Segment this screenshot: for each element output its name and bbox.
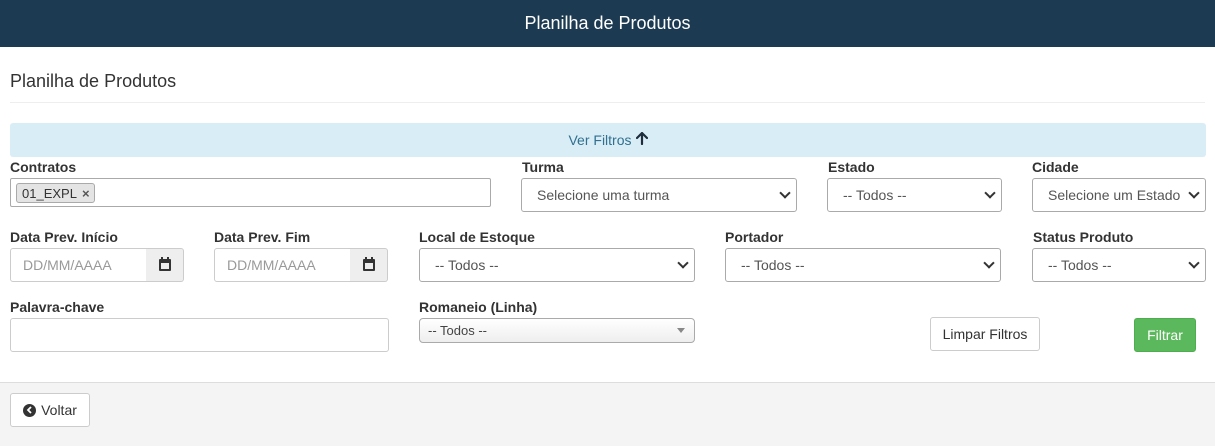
filter-button[interactable]: Filtrar <box>1134 318 1196 352</box>
back-button[interactable]: Voltar <box>10 393 90 427</box>
data-inicio-label: Data Prev. Início <box>10 229 118 245</box>
chevron-down-icon <box>779 187 791 199</box>
portador-label: Portador <box>725 229 784 245</box>
estado-label: Estado <box>828 159 875 175</box>
local-estoque-select[interactable]: -- Todos -- <box>419 248 695 282</box>
page-footer <box>0 382 1215 446</box>
romaneio-select[interactable]: -- Todos -- <box>419 318 695 343</box>
romaneio-label: Romaneio (Linha) <box>419 299 538 315</box>
data-fim-input[interactable]: DD/MM/AAAA <box>214 248 351 282</box>
app-title: Planilha de Produtos <box>524 13 691 33</box>
local-estoque-select-value: -- Todos -- <box>435 257 499 273</box>
status-produto-select[interactable]: -- Todos -- <box>1032 248 1206 282</box>
remove-tag-icon[interactable]: × <box>82 186 90 201</box>
romaneio-select-value: -- Todos -- <box>428 323 487 338</box>
page-title: Planilha de Produtos <box>10 71 177 91</box>
contratos-multiselect[interactable]: 01_EXPL × <box>10 178 491 207</box>
cidade-label: Cidade <box>1032 159 1079 175</box>
palavra-chave-input[interactable] <box>10 318 389 352</box>
chevron-down-icon <box>677 257 689 269</box>
estado-select-value: -- Todos -- <box>843 187 907 203</box>
turma-select-value: Selecione uma turma <box>537 187 670 203</box>
portador-select[interactable]: -- Todos -- <box>725 248 1001 282</box>
toggle-filters-label: Ver Filtros <box>568 132 632 148</box>
chevron-down-icon <box>983 257 995 269</box>
status-produto-label: Status Produto <box>1033 229 1134 245</box>
calendar-icon <box>362 257 375 271</box>
contract-tag-label: 01_EXPL <box>22 185 77 201</box>
local-estoque-label: Local de Estoque <box>419 229 535 245</box>
app-header: Planilha de Produtos <box>0 0 1215 47</box>
turma-label: Turma <box>522 159 564 175</box>
data-inicio-input[interactable]: DD/MM/AAAA <box>10 248 147 282</box>
chevron-down-icon <box>984 187 996 199</box>
data-inicio-calendar-button[interactable] <box>146 248 184 282</box>
cidade-select-value: Selecione um Estado <box>1048 187 1181 203</box>
arrow-circle-left-icon <box>23 403 37 417</box>
toggle-filters-button[interactable]: Ver Filtros <box>10 123 1206 157</box>
arrow-up-icon <box>635 131 648 148</box>
portador-select-value: -- Todos -- <box>741 257 805 273</box>
triangle-down-icon <box>677 328 685 333</box>
contratos-label: Contratos <box>10 159 77 175</box>
back-button-label: Voltar <box>41 402 77 418</box>
palavra-chave-label: Palavra-chave <box>10 299 105 315</box>
estado-select[interactable]: -- Todos -- <box>827 178 1002 212</box>
divider <box>10 102 1205 103</box>
cidade-select[interactable]: Selecione um Estado <box>1032 178 1206 212</box>
clear-filters-button[interactable]: Limpar Filtros <box>930 317 1040 351</box>
data-fim-calendar-button[interactable] <box>350 248 388 282</box>
calendar-icon <box>158 257 171 271</box>
chevron-down-icon <box>1188 257 1200 269</box>
contract-tag: 01_EXPL × <box>16 183 95 203</box>
status-produto-select-value: -- Todos -- <box>1048 257 1112 273</box>
data-fim-label: Data Prev. Fim <box>214 229 311 245</box>
turma-select[interactable]: Selecione uma turma <box>521 178 797 212</box>
